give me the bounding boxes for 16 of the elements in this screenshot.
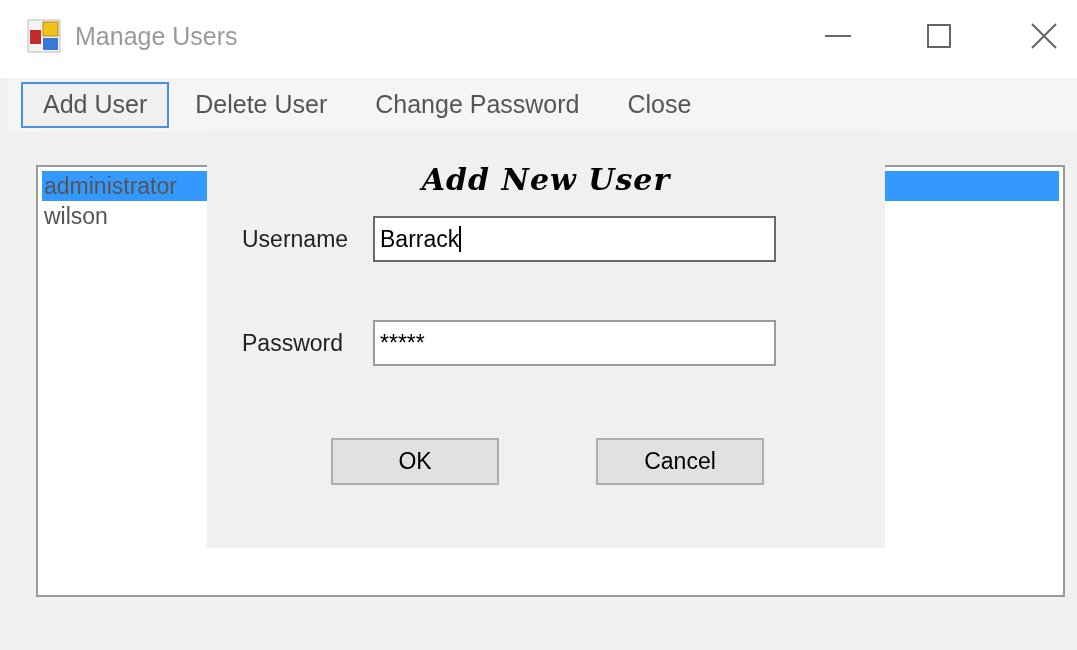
dialog-title: Add New User [421, 161, 671, 199]
menu-item[interactable]: Close [605, 82, 714, 128]
menu-item[interactable]: Delete User [173, 82, 350, 128]
field-label: Password [242, 328, 344, 358]
window-title: Manage Users [75, 21, 238, 53]
field-label: Username [242, 224, 350, 254]
dialog-button[interactable]: Cancel [596, 438, 764, 485]
close-icon[interactable] [1031, 23, 1057, 49]
menu-item[interactable]: Change Password [353, 82, 602, 128]
input-field[interactable]: Barrack [373, 216, 776, 262]
maximize-icon[interactable] [927, 24, 951, 48]
dialog-button[interactable]: OK [331, 438, 499, 485]
menu-item[interactable]: Add User [21, 82, 170, 128]
app-icon [27, 19, 61, 53]
minimize-icon[interactable] [825, 34, 851, 38]
input-field[interactable]: ***** [373, 320, 776, 366]
